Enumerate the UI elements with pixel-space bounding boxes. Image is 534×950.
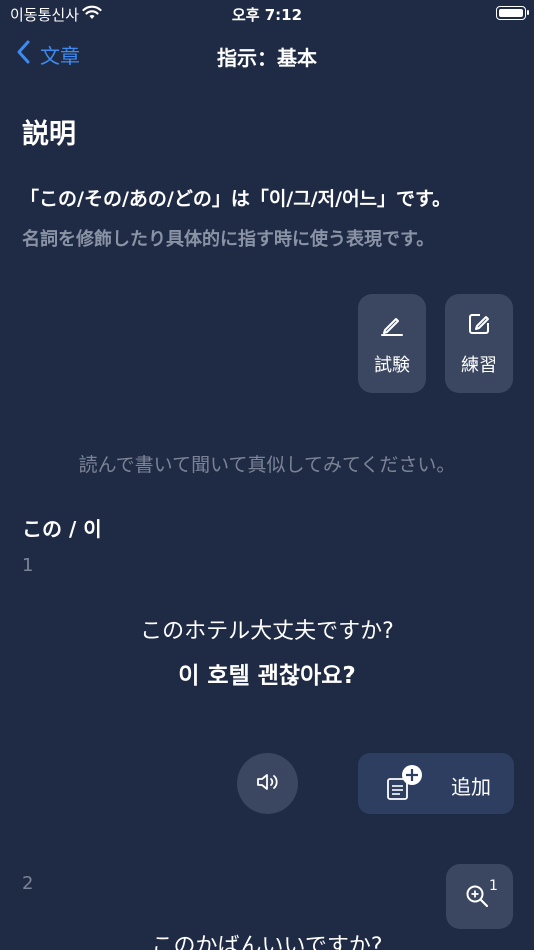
add-label: 追加: [451, 775, 491, 799]
practice-button[interactable]: 練習: [445, 294, 513, 393]
status-time: 오후 7:12: [231, 6, 303, 24]
zoom-in-icon: [465, 884, 489, 912]
test-button[interactable]: 試験: [358, 294, 426, 393]
explanation-line-2: 名詞を修飾したり具体的に指す時に使う表現です。: [22, 229, 435, 250]
sentence-index: 1: [22, 555, 34, 576]
explanation-line-1: 「この/その/あの/どの」は「이/그/저/어느」です。: [20, 188, 452, 210]
zoom-level-badge: 1: [489, 878, 498, 894]
pencil-icon: [379, 311, 405, 341]
practice-label: 練習: [461, 354, 497, 376]
edit-square-icon: [466, 311, 492, 341]
play-sound-button[interactable]: [237, 753, 298, 814]
navigation-bar: 文章 指示：基本: [0, 36, 534, 76]
page-title: 指示：基本: [217, 46, 317, 70]
sentence-korean: 이 호텔 괜찮아요?: [178, 663, 356, 689]
sentence-japanese: このかばんいいですか?: [151, 934, 383, 950]
speaker-icon: [255, 770, 281, 798]
instruction-text: 読んで書いて聞いて真似してみてください。: [78, 454, 456, 476]
battery-icon: [496, 6, 529, 20]
add-button[interactable]: 追加: [358, 753, 514, 814]
test-label: 試験: [374, 354, 410, 376]
note-add-icon: [384, 765, 426, 805]
sentence-japanese: このホテル大丈夫ですか?: [140, 619, 394, 644]
sentence-index: 2: [22, 873, 34, 894]
section-heading: 説明: [22, 119, 76, 150]
status-bar: 이동통신사 오후 7:12: [0, 0, 534, 30]
zoom-in-button[interactable]: 1: [446, 864, 513, 929]
group-title: この / 이: [22, 517, 102, 541]
